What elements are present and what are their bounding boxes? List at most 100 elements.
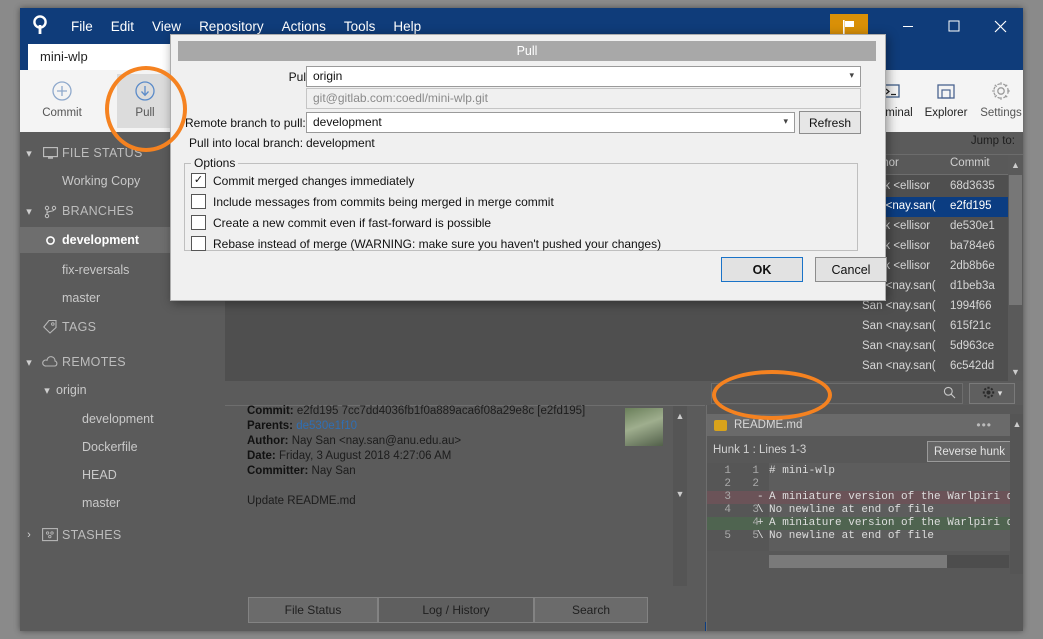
chevron-down-icon[interactable]: ▼ (1008, 364, 1023, 380)
toolbar-settings-label: Settings (980, 107, 1022, 119)
ok-button[interactable]: OK (721, 257, 803, 282)
search-input[interactable] (711, 383, 963, 404)
detail-date-line: Date: Friday, 3 August 2018 4:27:06 AM (247, 449, 451, 464)
maximize-button[interactable] (931, 8, 977, 44)
sidebar-label-fix-reversals: fix-reversals (62, 263, 130, 277)
search-options-button[interactable]: ▾ (969, 383, 1015, 404)
local-branch-label: Pull into local branch: (189, 136, 304, 150)
menu-file[interactable]: File (62, 16, 102, 37)
sidebar-label-tags: TAGS (62, 320, 97, 334)
detail-committer-label: Committer: (247, 465, 309, 477)
detail-committer-line: Committer: Nay San (247, 464, 356, 479)
sidebar-section-tags[interactable]: TAGS (20, 314, 225, 340)
option-create-new-commit-label: Create a new commit even if fast-forward… (213, 215, 492, 230)
cancel-button[interactable]: Cancel (815, 257, 887, 282)
diff-text: A miniature version of the Warlpiri dict (769, 491, 1023, 503)
avatar (625, 408, 663, 446)
remote-branch-label: Remote branch to pull: (185, 116, 306, 130)
refresh-button[interactable]: Refresh (799, 111, 861, 134)
gear-icon (989, 76, 1013, 106)
diff-line: 2 2 (707, 478, 1023, 491)
detail-parents-value[interactable]: de530e1f10 (296, 420, 357, 432)
menu-edit[interactable]: Edit (102, 16, 143, 37)
chevron-down-icon[interactable]: ▼ (673, 486, 687, 502)
diff-marker: \ (757, 530, 764, 542)
diff-marker: - (757, 491, 764, 503)
diff-horizontal-scrollbar[interactable] (769, 555, 1009, 568)
remote-select[interactable]: origin ▾ (306, 66, 861, 87)
diff-old-lineno: 4 (724, 504, 731, 516)
branch-icon (38, 204, 62, 219)
commit-search-bar: ▾ (225, 381, 1023, 405)
option-commit-merged[interactable]: ✓ Commit merged changes immediately (191, 173, 414, 188)
jump-to-label: Jump to: (970, 135, 1015, 147)
row-commit: 5d963ce (950, 340, 995, 352)
option-include-messages[interactable]: Include messages from commits being merg… (191, 194, 554, 209)
options-legend: Options (194, 156, 236, 170)
sidebar-label-origin-master: master (82, 496, 121, 510)
scrollbar-thumb[interactable] (1009, 175, 1022, 305)
chevron-up-icon[interactable]: ▲ (1008, 157, 1023, 173)
column-commit[interactable]: Commit (950, 157, 990, 169)
tab-log-history[interactable]: Log / History (378, 597, 534, 623)
gear-icon (982, 386, 995, 402)
folder-icon (934, 76, 958, 106)
sidebar-item-origin[interactable]: ▾ origin (20, 377, 243, 403)
toolbar-pull-button[interactable]: Pull (117, 74, 173, 128)
option-rebase[interactable]: Rebase instead of merge (WARNING: make s… (191, 236, 661, 251)
row-commit: 6c542dd (950, 360, 995, 372)
toolbar-commit-label: Commit (42, 107, 82, 119)
toolbar-commit-button[interactable]: Commit (34, 74, 90, 128)
diff-line: 5 5 \ No newline at end of file (707, 530, 1023, 543)
monitor-icon (38, 146, 62, 160)
sidebar-label-development: development (62, 233, 140, 247)
option-rebase-label: Rebase instead of merge (WARNING: make s… (213, 236, 662, 251)
chevron-up-icon[interactable]: ▲ (1010, 416, 1023, 432)
scrollbar-thumb[interactable] (769, 555, 947, 568)
table-row[interactable]: San <nay.san( 615f21c (225, 317, 1008, 337)
diff-new-lineno: 3 (752, 504, 759, 516)
table-row[interactable]: San <nay.san( 6c542dd (225, 357, 1008, 377)
checkbox-unchecked-icon (191, 236, 206, 251)
tab-search[interactable]: Search (534, 597, 648, 623)
diff-body: 1 1 # mini-wlp 2 2 3 - A miniature versi… (707, 463, 1023, 551)
current-branch-icon (38, 235, 62, 246)
checkbox-unchecked-icon (191, 215, 206, 230)
option-create-new-commit[interactable]: Create a new commit even if fast-forward… (191, 215, 491, 230)
tab-log-history-label: Log / History (422, 603, 490, 617)
toolbar-settings-button[interactable]: Settings (973, 74, 1023, 128)
toolbar-explorer-button[interactable]: Explorer (918, 74, 974, 128)
diff-marker: + (757, 517, 764, 529)
table-row[interactable]: San <nay.san( 5d963ce (225, 337, 1008, 357)
remote-branch-select[interactable]: development ▾ (306, 112, 795, 133)
chevron-up-icon[interactable]: ▲ (673, 408, 687, 424)
sidebar-label-branches: BRANCHES (62, 204, 134, 218)
file-modified-icon (714, 419, 727, 431)
remote-url-field: git@gitlab.com:coedl/mini-wlp.git (306, 88, 861, 109)
detail-parents-line: Parents: de530e1f10 (247, 419, 357, 434)
repo-tab-label: mini-wlp (40, 49, 88, 64)
diff-new-lineno: 4 (752, 517, 759, 529)
chevron-down-icon: ▾ (783, 116, 788, 126)
commit-detail-panel: Commit: e2fd195 7cc7dd4036fb1f0a889aca6f… (225, 405, 705, 587)
tab-file-status[interactable]: File Status (248, 597, 378, 623)
tab-file-status-label: File Status (284, 603, 342, 617)
diff-vertical-scrollbar[interactable]: ▲ (1010, 414, 1023, 574)
minimize-button[interactable] (885, 8, 931, 44)
sidebar-section-stashes[interactable]: › STASHES (20, 522, 225, 548)
commit-list-scrollbar[interactable]: ▲ ▼ (1008, 155, 1023, 382)
reverse-hunk-button[interactable]: Reverse hunk (927, 441, 1012, 462)
detail-scrollbar[interactable]: ▲ ▼ (673, 406, 687, 587)
diff-new-lineno: 5 (752, 530, 759, 542)
chevron-down-icon: ▾ (26, 205, 32, 218)
diff-file-header[interactable]: README.md ••• (707, 414, 1023, 436)
detail-commit-value: e2fd195 7cc7dd4036fb1f0a889aca6f08a29e8c… (296, 405, 586, 417)
diff-old-lineno: 3 (724, 491, 731, 503)
sidebar-section-remotes[interactable]: ▾ REMOTES (20, 349, 225, 375)
diff-line: 4 3 \ No newline at end of file (707, 504, 1023, 517)
more-options-icon[interactable]: ••• (976, 418, 992, 432)
close-button[interactable] (977, 8, 1023, 44)
plus-circle-icon (50, 76, 74, 106)
diff-text: No newline at end of file (769, 530, 935, 542)
diff-marker: \ (757, 504, 764, 516)
